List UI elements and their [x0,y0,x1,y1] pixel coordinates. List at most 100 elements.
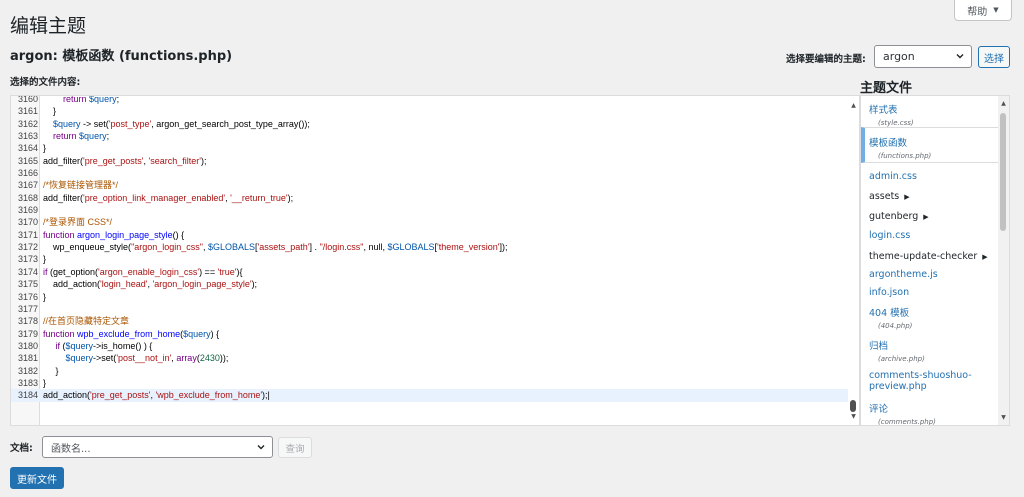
sidebar-item-info-json[interactable]: info.json [869,287,909,298]
code-line[interactable]: 3165 add_filter('pre_get_posts', 'search_… [11,155,851,167]
line-number: 3169 [17,205,38,216]
help-tab[interactable]: 帮助 ▼ [954,0,1012,21]
line-code[interactable]: add_action('login_head', 'argon_login_pa… [43,278,257,290]
theme-files-sidebar: 样式表 (style.css) 模板函数 (functions.php) admin… [860,95,1010,426]
theme-select-label: 选择要编辑的主题: [786,54,866,65]
code-line[interactable]: 3161 } [11,105,851,117]
line-number: 3160 [17,95,38,104]
line-number: 3167 [17,180,38,191]
scroll-thumb[interactable] [850,400,856,412]
scroll-thumb[interactable] [1000,113,1006,231]
line-number: 3178 [17,316,38,327]
line-number: 3170 [17,217,38,228]
line-code[interactable]: $query->set('post__not_in', array(2430))… [43,352,229,364]
code-line[interactable]: 3172 wp_enqueue_style("argon_login_css",… [11,241,851,253]
code-line[interactable]: 3168 add_filter('pre_option_link_manager_… [11,192,851,204]
code-line[interactable]: 3182 } [11,365,851,377]
line-code[interactable]: add_action('pre_get_posts', 'wpb_exclude… [43,389,270,401]
line-code[interactable]: return $query; [43,96,119,105]
file-title-filename: (functions.php) [118,49,233,64]
sidebar-item-label: preview.php [869,381,927,392]
line-code[interactable]: } [43,377,46,389]
chevron-down-icon [257,445,265,450]
line-code[interactable]: } [43,291,46,303]
code-line[interactable]: 3177 [11,303,851,315]
code-line[interactable]: 3181 $query->set('post__not_in', array(2… [11,352,851,364]
line-code[interactable]: //在首页隐藏特定文章 [43,315,129,327]
function-name-select[interactable]: 函数名... [42,436,273,458]
line-code[interactable]: /*登录界面 CSS*/ [43,216,112,228]
sidebar-item-label: argontheme.js [869,269,938,280]
line-number: 3166 [17,168,38,179]
code-line[interactable]: 3162 $query -> set('post_type', argon_ge… [11,118,851,130]
line-code[interactable]: } [43,105,56,117]
line-code[interactable]: add_filter('pre_get_posts', 'search_filt… [43,155,207,167]
code-line[interactable]: 3175 add_action('login_head', 'argon_log… [11,278,851,290]
code-line[interactable]: 3179 function wpb_exclude_from_home($quer… [11,328,851,340]
code-line[interactable]: 3167 /*恢复链接管理器*/ [11,179,851,191]
code-line[interactable]: 3180 if ($query->is_home() ) { [11,340,851,352]
code-line[interactable]: 3183} [11,377,851,389]
sidebar-item-archive-php[interactable]: 归档 (archive.php) [869,338,925,363]
code-line[interactable]: 3171 function argon_login_page_style() { [11,229,851,241]
sidebar-item-gutenberg[interactable]: gutenberg ▶ [869,211,929,222]
sidebar-item-login-css[interactable]: login.css [869,230,910,241]
expand-arrow-icon: ▶ [923,213,929,221]
sidebar-item-comments-php[interactable]: 评论 (comments.php) [869,401,936,425]
sidebar-item-label: 样式表 [869,105,898,116]
theme-select-button[interactable]: 选择 [978,46,1010,68]
line-code[interactable]: } [43,142,46,154]
code-line[interactable]: 3166 [11,167,851,179]
sidebar-item-label: info.json [869,287,910,298]
line-code[interactable]: wp_enqueue_style("argon_login_css", $GLO… [43,241,508,253]
line-code[interactable]: /*恢复链接管理器*/ [43,179,118,191]
code-line[interactable]: 3163 return $query; [11,130,851,142]
code-line[interactable]: 3176} [11,291,851,303]
sidebar-item-label: gutenberg [869,211,919,222]
sidebar-item-theme-update-checker[interactable]: theme-update-checker ▶ [869,251,988,262]
line-code[interactable]: if (get_option('argon_enable_login_css')… [43,266,243,278]
line-number: 3168 [17,192,38,203]
sidebar-item-argontheme-js[interactable]: argontheme.js [869,269,938,280]
line-number: 3184 [17,390,38,401]
line-code[interactable]: $query -> set('post_type', argon_get_sea… [43,118,310,130]
lookup-button[interactable]: 查询 [278,437,312,458]
theme-select[interactable]: argon [874,45,972,68]
scroll-up-icon[interactable]: ▲ [849,101,858,110]
sidebar-scrollbar[interactable]: ▲ ▼ [998,96,1009,425]
scroll-up-icon[interactable]: ▲ [999,99,1008,108]
code-lines[interactable]: 3160 return $query; 3161 } 3162 $query -> … [11,95,851,402]
sidebar-item-functions-php[interactable]: 模板函数 (functions.php) [869,135,931,160]
line-code[interactable]: function argon_login_page_style() { [43,229,184,241]
code-line[interactable]: 3170 /*登录界面 CSS*/ [11,216,851,228]
line-code[interactable]: } [43,365,59,377]
line-number: 3183 [17,377,38,388]
sidebar-item-404-php[interactable]: 404 模板 (404.php) [869,305,912,330]
sidebar-item-comments-shuoshuo-preview-php[interactable]: comments-shuoshuo-preview.php [869,370,972,392]
code-line[interactable]: 3169 [11,204,851,216]
line-number: 3176 [17,291,38,302]
editor-scrollbar[interactable]: ▲ ▼ [848,96,859,425]
line-code[interactable]: if ($query->is_home() ) { [43,340,153,352]
line-code[interactable]: } [43,253,46,265]
sidebar-title: 主题文件 [860,81,913,96]
sidebar-item-style-css[interactable]: 样式表 (style.css) [869,102,914,127]
page-title: 编辑主题 [10,15,87,37]
update-file-button[interactable]: 更新文件 [10,467,64,489]
code-line[interactable]: 3160 return $query; [11,95,851,105]
scroll-down-icon[interactable]: ▼ [999,413,1008,422]
file-title-name: 模板函数 [62,49,115,64]
line-number: 3164 [17,143,38,154]
code-line[interactable]: 3174 if (get_option('argon_enable_login_c… [11,266,851,278]
sidebar-item-admin-css[interactable]: admin.css [869,171,917,182]
line-code[interactable]: add_filter('pre_option_link_manager_enab… [43,192,293,204]
code-line[interactable]: 3178 //在首页隐藏特定文章 [11,315,851,327]
line-code[interactable]: return $query; [43,130,109,142]
scroll-down-icon[interactable]: ▼ [849,412,858,421]
line-code[interactable]: function wpb_exclude_from_home($query) { [43,328,219,340]
sidebar-item-assets[interactable]: assets ▶ [869,191,910,202]
code-line[interactable]: 3184 add_action('pre_get_posts', 'wpb_exc… [11,389,851,402]
code-editor[interactable]: 3160 return $query; 3161 } 3162 $query -> … [10,95,860,426]
code-line[interactable]: 3164} [11,142,851,154]
code-line[interactable]: 3173} [11,253,851,265]
